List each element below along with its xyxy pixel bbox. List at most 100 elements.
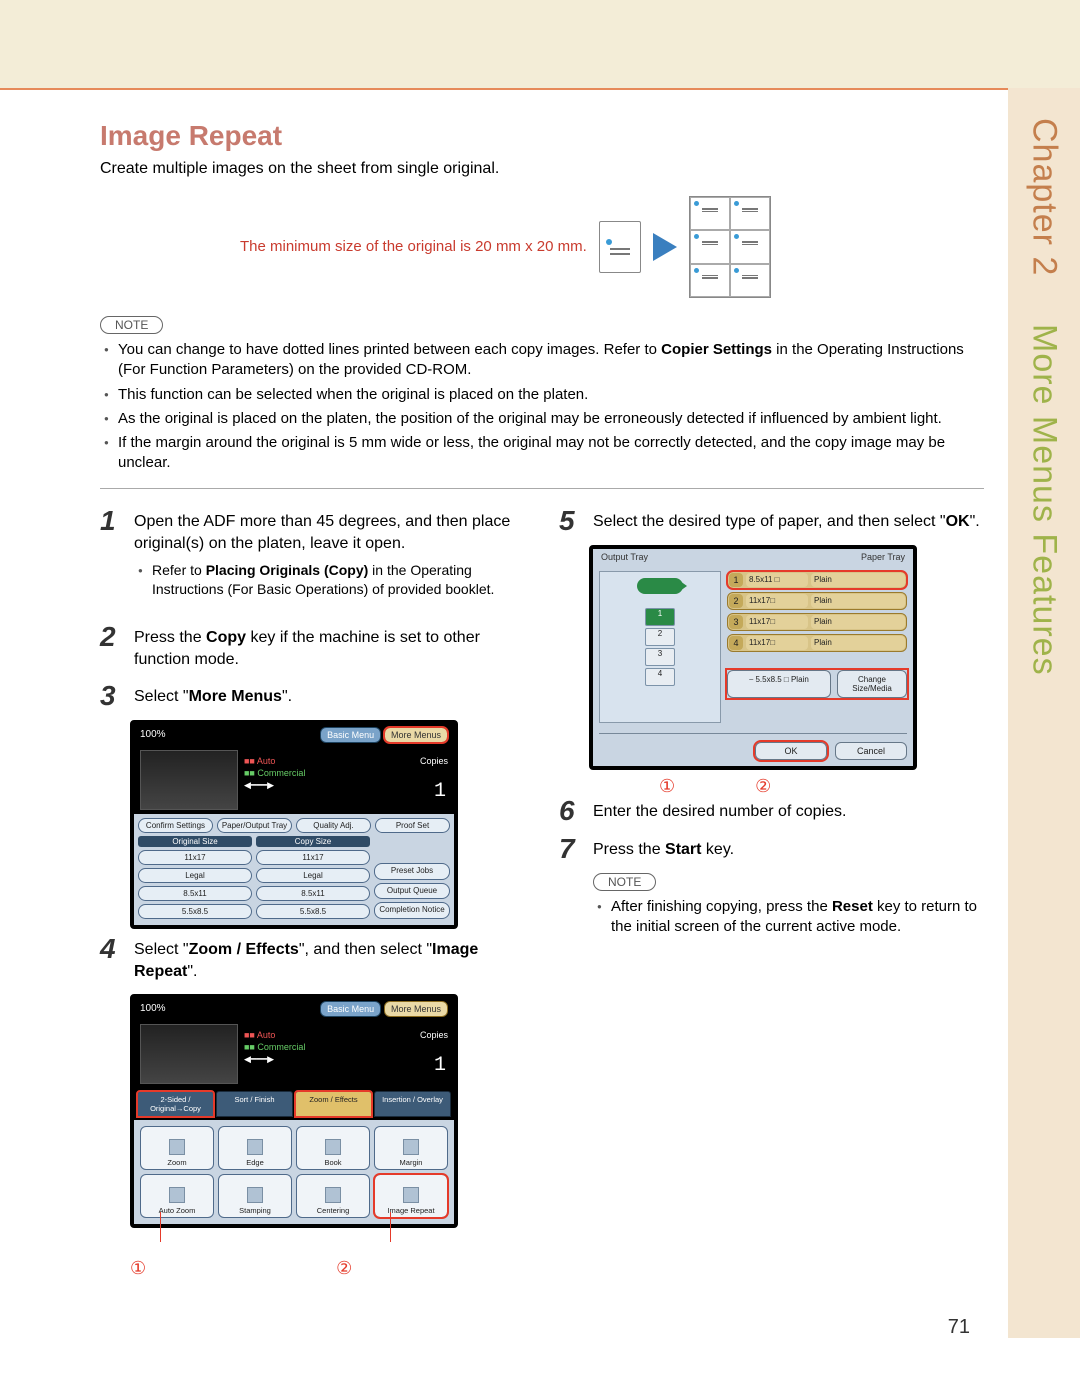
cancel-button[interactable]: Cancel [835,742,907,760]
book-button[interactable]: Book [296,1126,370,1170]
output-tray-diagram: 1 2 3 4 [599,571,721,723]
arrow-right-icon [653,233,677,261]
size-button[interactable]: 11x17 [138,850,252,865]
proof-set-button[interactable]: Proof Set [375,818,450,833]
multi-sheet-icon [689,196,771,298]
image-repeat-icon [403,1187,419,1203]
step-6-text: Enter the desired number of copies. [593,797,846,825]
callout-markers: ① ② [659,776,984,797]
step-number: 5 [559,507,583,535]
copy-size-header: Copy Size [256,836,370,847]
min-size-note: The minimum size of the original is 20 m… [240,237,587,257]
note-item: If the margin around the original is 5 m… [118,433,984,474]
edge-icon [247,1139,263,1155]
auto-zoom-button[interactable]: Auto Zoom [140,1174,214,1218]
tab-insertion[interactable]: Insertion / Overlay [374,1091,451,1117]
size-button[interactable]: Legal [138,868,252,883]
callout-2: ② [336,1258,352,1279]
book-icon [325,1139,341,1155]
tab-2sided[interactable]: 2-Sided / Original→Copy [137,1091,214,1117]
quality-adj-button[interactable]: Quality Adj. [296,818,371,833]
size-button[interactable]: 5.5x8.5 [138,904,252,919]
single-sheet-icon [599,221,641,273]
paper-output-tray-button[interactable]: Paper/Output Tray [217,818,292,833]
screenshot-zoom-effects: 100% Basic Menu More Menus ■■ AutoCopies… [130,994,458,1228]
page-number: 71 [948,1316,970,1339]
copies-value: 1 [434,780,446,803]
note-list: You can change to have dotted lines prin… [100,340,984,474]
image-repeat-button[interactable]: Image Repeat [374,1174,448,1218]
size-button[interactable]: 11x17 [256,850,370,865]
note-item: As the original is placed on the platen,… [118,409,984,429]
size-button[interactable]: 5.5x8.5 [256,904,370,919]
intro-text: Create multiple images on the sheet from… [100,160,984,178]
zoom-label: 100% [140,729,166,740]
tab-zoom-effects[interactable]: Zoom / Effects [295,1091,372,1117]
step-number: 3 [100,682,124,710]
basic-menu-button[interactable]: Basic Menu [320,1001,381,1017]
output-queue-button[interactable]: Output Queue [374,883,450,900]
paper-tray-row-selected[interactable]: 1 8.5x11 □ Plain [727,571,907,589]
step-number: 2 [100,623,124,672]
divider [100,488,984,489]
change-size-media-button[interactable]: Change Size/Media [837,670,907,698]
margin-icon [403,1139,419,1155]
step-number: 1 [100,507,124,614]
edge-button[interactable]: Edge [218,1126,292,1170]
zoom-label: 100% [140,1003,166,1014]
size-button[interactable]: 8.5x11 [256,886,370,901]
screenshot-paper-tray: Output Tray Paper Tray 1 2 3 4 [589,545,917,770]
step-7-note: After finishing copying, press the Reset… [593,897,984,938]
paper-tray-row[interactable]: 4 11x17□ Plain [727,634,907,652]
ok-button[interactable]: OK [755,742,827,760]
zoom-button[interactable]: Zoom [140,1126,214,1170]
note-pill: NOTE [100,316,163,334]
completion-notice-button[interactable]: Completion Notice [374,902,450,919]
copier-preview-icon [140,1024,238,1084]
note-item: You can change to have dotted lines prin… [118,340,984,381]
screenshot-more-menus: 100% Basic Menu More Menus ■■ AutoCopies… [130,720,458,929]
right-column: 5 Select the desired type of paper, and … [559,507,984,1279]
top-banner [0,0,1080,90]
divider [599,733,907,734]
step-number: 6 [559,797,583,825]
tray-slot-selected[interactable]: 1 [645,608,675,626]
centering-icon [325,1187,341,1203]
output-tray-label: Output Tray [601,552,861,562]
auto-zoom-icon [169,1187,185,1203]
centering-button[interactable]: Centering [296,1174,370,1218]
tab-sort-finish[interactable]: Sort / Finish [216,1091,293,1117]
step-1-text: Open the ADF more than 45 degrees, and t… [134,513,510,552]
note-item: This function can be selected when the o… [118,385,984,405]
left-column: 1 Open the ADF more than 45 degrees, and… [100,507,525,1279]
callout-1: ① [659,776,675,797]
zoom-icon [169,1139,185,1155]
preset-jobs-button[interactable]: Preset Jobs [374,863,450,880]
size-button[interactable]: 8.5x11 [138,886,252,901]
callout-markers: ① ② [130,1258,450,1279]
diagram-row: The minimum size of the original is 20 m… [240,196,984,298]
confirm-settings-button[interactable]: Confirm Settings [138,818,213,833]
basic-menu-button[interactable]: Basic Menu [320,727,381,743]
exit-tray-icon [637,578,683,594]
note-pill: NOTE [593,873,656,891]
more-menus-button[interactable]: More Menus [384,1001,448,1017]
step-1-subnote: Refer to Placing Originals (Copy) in the… [134,561,525,599]
tray-slot[interactable]: 2 [645,628,675,646]
copier-preview-icon [140,750,238,810]
stamping-icon [247,1187,263,1203]
size-button[interactable]: Legal [256,868,370,883]
callout-lines [130,1234,450,1258]
stamping-button[interactable]: Stamping [218,1174,292,1218]
margin-button[interactable]: Margin [374,1126,448,1170]
original-size-header: Original Size [138,836,252,847]
tray-slot[interactable]: 3 [645,648,675,666]
tray-slot[interactable]: 4 [645,668,675,686]
page-title: Image Repeat [100,120,984,152]
paper-tray-label: Paper Tray [861,552,905,562]
step-number: 7 [559,835,583,863]
more-menus-button[interactable]: More Menus [384,727,448,743]
paper-tray-row[interactable]: 3 11x17□ Plain [727,613,907,631]
paper-tray-row[interactable]: 2 11x17□ Plain [727,592,907,610]
bypass-tray-button[interactable]: ⎯ 5.5x8.5 □ Plain [727,670,831,698]
